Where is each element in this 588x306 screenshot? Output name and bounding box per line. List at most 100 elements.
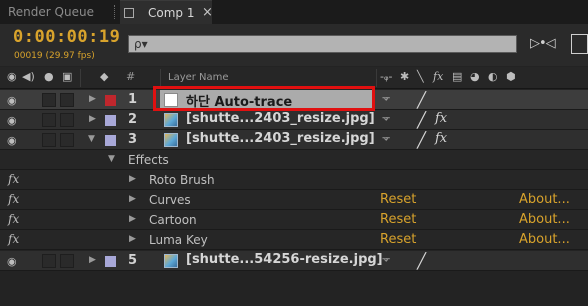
layer-number-header: # — [126, 70, 136, 83]
effect-switch-icon[interactable]: fx — [433, 70, 443, 83]
quality-switch-icon[interactable]: ╱ — [417, 131, 426, 149]
header-divider — [80, 69, 81, 87]
shy-icon[interactable]: -ᵩ- — [380, 70, 393, 83]
effects-group-row[interactable]: ▼ Effects — [0, 150, 588, 170]
layer-name[interactable]: [shutte...2403_resize.jpg] — [186, 131, 375, 146]
layer-label-color[interactable] — [105, 115, 116, 126]
lock-toggle[interactable] — [60, 254, 74, 268]
expand-arrow-icon[interactable]: ▶ — [89, 114, 96, 124]
search-icon: ρ▾ — [134, 37, 148, 51]
audio-icon[interactable]: ◀) — [22, 70, 35, 83]
effect-toggle-icon[interactable]: fx — [8, 192, 19, 206]
effect-toggle-icon[interactable]: fx — [8, 172, 19, 186]
current-time-display[interactable]: 0:00:00:19 — [13, 27, 120, 47]
image-thumbnail — [164, 254, 178, 268]
video-switch-icon[interactable]: ◉ — [7, 70, 17, 83]
layer-name[interactable]: [shutte...2403_resize.jpg] — [186, 111, 375, 126]
comp-tab-icon — [124, 8, 134, 18]
eye-icon[interactable]: ◉ — [7, 114, 17, 127]
effect-toggle-icon[interactable]: fx — [8, 232, 19, 246]
reset-link[interactable]: Reset — [380, 232, 416, 247]
about-link[interactable]: About... — [519, 192, 570, 207]
quality-icon[interactable]: ╲ — [417, 70, 424, 83]
layer-name-header[interactable]: Layer Name — [168, 72, 229, 83]
effect-row-cartoon[interactable]: fx ▶ Cartoon Reset About... — [0, 210, 588, 230]
adjustment-layer-icon[interactable]: ◐ — [488, 70, 498, 83]
effect-name[interactable]: Cartoon — [149, 213, 197, 227]
quality-switch-icon[interactable]: ╱ — [417, 252, 426, 270]
flowchart-icon[interactable]: ▷•◁ — [530, 36, 556, 51]
header-divider — [376, 69, 377, 87]
audio-toggle[interactable] — [42, 113, 56, 127]
expand-arrow-icon[interactable]: ▶ — [129, 194, 136, 204]
expand-arrow-icon[interactable]: ▶ — [129, 174, 136, 184]
shy-switch-icon[interactable]: -ᵩ- — [382, 113, 390, 123]
comp-mini-icon[interactable] — [571, 34, 588, 54]
expand-arrow-icon[interactable]: ▶ — [129, 234, 136, 244]
lock-toggle[interactable] — [60, 93, 74, 107]
collapse-arrow-icon[interactable]: ▼ — [88, 134, 95, 144]
effect-toggle-icon[interactable]: fx — [8, 212, 19, 226]
tab-render-queue-label: Render Queue — [8, 5, 94, 19]
effect-switch-icon[interactable]: fx — [435, 131, 447, 146]
layer-row-2[interactable]: ◉ ▶ 2 [shutte...2403_resize.jpg] -ᵩ- ╱ f… — [0, 110, 588, 130]
effect-row-roto-brush[interactable]: fx ▶ Roto Brush — [0, 170, 588, 190]
shy-switch-icon[interactable]: -ᵩ- — [382, 133, 390, 143]
highlight-annotation-box — [153, 86, 375, 111]
eye-icon[interactable]: ◉ — [7, 94, 17, 107]
expand-arrow-icon[interactable]: ▶ — [89, 94, 96, 104]
audio-toggle[interactable] — [42, 254, 56, 268]
shy-switch-icon[interactable]: -ᵩ- — [382, 93, 390, 103]
about-link[interactable]: About... — [519, 232, 570, 247]
search-input[interactable]: ρ▾ — [128, 35, 517, 53]
label-tag-icon[interactable]: ◆ — [100, 70, 108, 83]
image-thumbnail — [164, 133, 178, 147]
lock-toggle[interactable] — [60, 133, 74, 147]
tab-render-queue[interactable]: Render Queue — [8, 0, 94, 24]
shy-switch-icon[interactable]: -ᵩ- — [382, 254, 390, 264]
expand-arrow-icon[interactable]: ▶ — [89, 255, 96, 265]
effect-row-luma-key[interactable]: fx ▶ Luma Key Reset About... — [0, 230, 588, 250]
eye-icon[interactable]: ◉ — [7, 134, 17, 147]
comp-toolbar: 0:00:00:19 00019 (29.97 fps) ρ▾ ▷•◁ — [0, 24, 588, 66]
solo-icon[interactable]: ● — [44, 70, 54, 83]
layer-label-color[interactable] — [105, 135, 116, 146]
collapse-icon[interactable]: ✱ — [400, 70, 409, 83]
layer-number: 2 — [128, 112, 138, 127]
layer-label-color[interactable] — [105, 95, 116, 106]
layer-number: 1 — [128, 92, 138, 107]
effect-row-curves[interactable]: fx ▶ Curves Reset About... — [0, 190, 588, 210]
expand-arrow-icon[interactable]: ▶ — [129, 214, 136, 224]
frame-blend-icon[interactable]: ▤ — [452, 70, 462, 83]
layer-row-3[interactable]: ◉ ▼ 3 [shutte...2403_resize.jpg] -ᵩ- ╱ f… — [0, 130, 588, 150]
empty-layer-area[interactable] — [0, 271, 588, 306]
reset-link[interactable]: Reset — [380, 212, 416, 227]
effect-name[interactable]: Luma Key — [149, 233, 208, 247]
tab-divider — [114, 5, 117, 19]
effects-group-label: Effects — [128, 153, 169, 167]
effect-switch-icon[interactable]: fx — [435, 111, 447, 126]
close-icon[interactable]: × — [202, 1, 213, 25]
motion-blur-icon[interactable]: ◕ — [470, 70, 480, 83]
layer-number: 3 — [128, 132, 138, 147]
quality-switch-icon[interactable]: ╱ — [417, 91, 426, 109]
audio-toggle[interactable] — [42, 93, 56, 107]
effect-name[interactable]: Roto Brush — [149, 173, 215, 187]
panel-tab-bar: Render Queue Comp 1 × — [0, 0, 588, 25]
frame-count-readout: 00019 (29.97 fps) — [14, 51, 95, 61]
lock-toggle[interactable] — [60, 113, 74, 127]
effect-name[interactable]: Curves — [149, 193, 191, 207]
quality-switch-icon[interactable]: ╱ — [417, 111, 426, 129]
audio-toggle[interactable] — [42, 133, 56, 147]
reset-link[interactable]: Reset — [380, 192, 416, 207]
3d-layer-icon[interactable]: ⬢ — [506, 70, 516, 83]
tab-comp-1[interactable]: Comp 1 × — [120, 0, 213, 25]
collapse-arrow-icon[interactable]: ▼ — [108, 154, 115, 164]
eye-icon[interactable]: ◉ — [7, 255, 17, 268]
layer-label-color[interactable] — [105, 256, 116, 267]
about-link[interactable]: About... — [519, 212, 570, 227]
header-divider — [160, 69, 161, 87]
lock-icon[interactable]: ▣ — [62, 70, 72, 83]
layer-row-5[interactable]: ◉ ▶ 5 [shutte...54256-resize.jpg] -ᵩ- ╱ — [0, 251, 588, 271]
layer-name[interactable]: [shutte...54256-resize.jpg] — [186, 252, 383, 267]
